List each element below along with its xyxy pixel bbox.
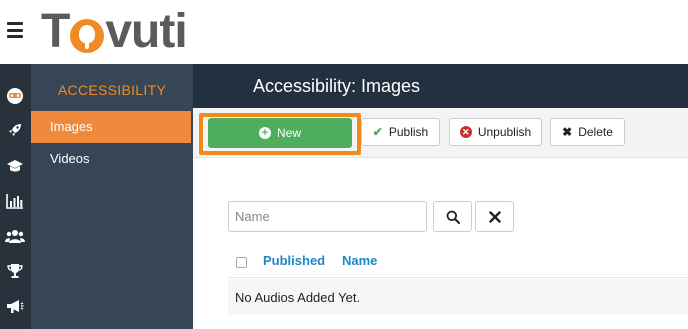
logo-letters-rest: vuti <box>105 5 187 58</box>
sidebar-item-videos[interactable]: Videos <box>31 143 191 175</box>
plus-circle-icon: + <box>258 127 271 139</box>
new-button[interactable]: + New <box>208 118 352 148</box>
logo-letter-t: T <box>41 5 70 58</box>
elephant-logo-icon <box>70 19 105 53</box>
delete-button[interactable]: ✖ Delete <box>550 118 625 146</box>
new-button-label: New <box>276 126 301 140</box>
section-sidebar: ACCESSIBILITY Images Videos <box>31 64 193 329</box>
graduation-cap-icon[interactable] <box>5 156 25 176</box>
page-header: Accessibility: Images <box>193 64 688 108</box>
unpublish-button-label: Unpublish <box>477 125 532 139</box>
x-circle-icon: ✕ <box>459 126 472 138</box>
publish-button[interactable]: ✔ Publish <box>361 118 440 146</box>
column-published-header[interactable]: Published <box>263 253 325 268</box>
unpublish-button[interactable]: ✕ Unpublish <box>449 118 542 146</box>
search-icon <box>446 210 460 224</box>
users-icon[interactable] <box>5 226 25 246</box>
column-name-header[interactable]: Name <box>342 253 377 268</box>
sidebar-item-images[interactable]: Images <box>31 111 191 143</box>
rocket-icon[interactable] <box>5 120 25 140</box>
clear-filter-button[interactable] <box>475 201 514 232</box>
avatar-icon[interactable] <box>5 86 25 106</box>
megaphone-icon[interactable] <box>5 296 25 316</box>
hamburger-menu-icon[interactable] <box>7 22 23 38</box>
top-header: T vuti <box>0 0 688 64</box>
name-search-input[interactable] <box>228 201 427 232</box>
empty-state-message: No Audios Added Yet. <box>235 290 361 305</box>
publish-button-label: Publish <box>388 125 429 139</box>
trophy-icon[interactable] <box>5 261 25 281</box>
close-icon: ✖ <box>562 125 573 139</box>
close-icon <box>488 210 501 223</box>
bar-chart-icon[interactable] <box>5 191 25 211</box>
check-icon: ✔ <box>372 125 383 139</box>
section-title: ACCESSIBILITY <box>57 82 167 98</box>
delete-button-label: Delete <box>578 125 613 139</box>
search-button[interactable] <box>433 201 472 232</box>
select-all-checkbox[interactable] <box>236 257 247 268</box>
icon-rail <box>0 64 31 329</box>
page-title: Accessibility: Images <box>253 76 421 96</box>
tovuti-logo[interactable]: T vuti <box>41 5 188 58</box>
